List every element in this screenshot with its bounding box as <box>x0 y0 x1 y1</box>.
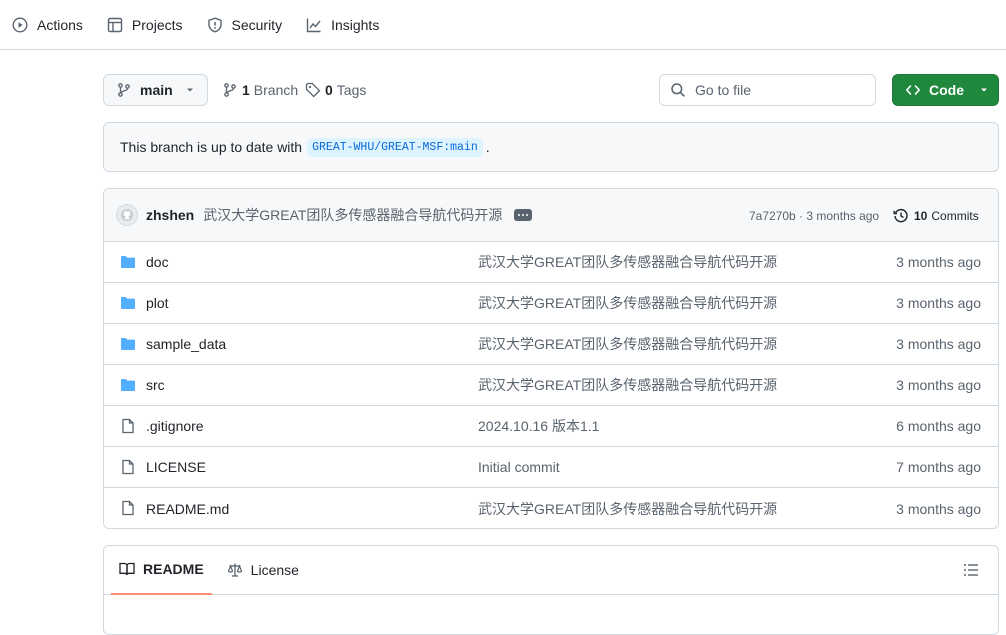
tab-label: Insights <box>331 16 380 33</box>
github-mark-icon <box>120 208 134 222</box>
commit-message-link[interactable]: 武汉大学GREAT团队多传感器融合导航代码开源 <box>203 205 502 225</box>
file-commit-message[interactable]: 武汉大学GREAT团队多传感器融合导航代码开源 <box>478 334 777 354</box>
table-row[interactable]: sample_data 武汉大学GREAT团队多传感器融合导航代码开源 3 mo… <box>104 324 998 365</box>
commit-author-link[interactable]: zhshen <box>146 207 194 223</box>
history-icon <box>893 208 908 222</box>
file-commit-message[interactable]: 武汉大学GREAT团队多传感器融合导航代码开源 <box>478 293 777 313</box>
folder-icon <box>121 379 135 391</box>
commit-count: 10 <box>914 208 928 223</box>
expand-commit-button[interactable] <box>514 209 533 221</box>
tag-count: 0 <box>325 82 333 98</box>
code-button-label: Code <box>929 82 964 98</box>
file-name-link[interactable]: LICENSE <box>146 459 206 475</box>
tab-label: Projects <box>131 16 183 33</box>
file-name-link[interactable]: sample_data <box>146 336 226 352</box>
tab-readme[interactable]: README <box>111 546 212 595</box>
table-row[interactable]: doc 武汉大学GREAT团队多传感器融合导航代码开源 3 months ago <box>104 242 998 283</box>
table-icon <box>107 17 123 32</box>
file-commit-message[interactable]: 武汉大学GREAT团队多传感器融合导航代码开源 <box>478 375 777 395</box>
branch-status-banner: This branch is up to date with GREAT-WHU… <box>103 122 999 172</box>
table-row[interactable]: .gitignore 2024.10.16 版本1.1 6 months ago <box>104 406 998 447</box>
file-icon <box>122 418 134 434</box>
folder-icon <box>121 338 135 350</box>
upstream-ref-link[interactable]: GREAT-WHU/GREAT-MSF:main <box>307 137 483 157</box>
tab-actions[interactable]: Actions <box>12 8 95 42</box>
code-button[interactable]: Code <box>892 74 999 106</box>
readme-panel: README License <box>103 545 999 635</box>
file-commit-date: 3 months ago <box>896 336 981 352</box>
commits-history-link[interactable]: 10 Commits <box>893 189 979 242</box>
table-row[interactable]: src 武汉大学GREAT团队多传感器融合导航代码开源 3 months ago <box>104 365 998 406</box>
file-icon <box>122 459 134 475</box>
tab-insights[interactable]: Insights <box>306 8 391 42</box>
tab-security[interactable]: Security <box>207 8 295 42</box>
tab-label: Actions <box>37 16 83 33</box>
readme-tabs: README License <box>104 546 998 595</box>
repo-nav: Actions Projects Security Insights <box>0 0 1006 50</box>
graph-icon <box>306 18 321 32</box>
commit-hash-time[interactable]: 7a7270b · 3 months ago <box>749 189 879 242</box>
branch-selector-button[interactable]: main <box>103 74 208 106</box>
code-icon <box>906 85 920 95</box>
law-icon <box>227 563 242 577</box>
play-circle-icon <box>12 16 28 33</box>
file-name-link[interactable]: src <box>146 377 165 393</box>
file-name-link[interactable]: plot <box>146 295 169 311</box>
latest-commit-bar: zhshen 武汉大学GREAT团队多传感器融合导航代码开源 7a7270b ·… <box>104 189 998 242</box>
table-row[interactable]: LICENSE Initial commit 7 months ago <box>104 447 998 488</box>
table-row[interactable]: README.md 武汉大学GREAT团队多传感器融合导航代码开源 3 mont… <box>104 488 998 528</box>
file-commit-message[interactable]: 武汉大学GREAT团队多传感器融合导航代码开源 <box>478 252 777 272</box>
tab-label: README <box>143 561 204 577</box>
file-commit-date: 3 months ago <box>896 500 981 517</box>
tag-icon <box>305 82 321 98</box>
file-commit-message[interactable]: 2024.10.16 版本1.1 <box>478 416 599 436</box>
caret-down-icon <box>981 88 987 92</box>
file-name-link[interactable]: README.md <box>146 501 229 517</box>
file-name-link[interactable]: .gitignore <box>146 418 204 434</box>
caret-down-icon <box>186 88 193 92</box>
git-branch-icon <box>224 83 236 97</box>
go-to-file-search[interactable] <box>659 74 876 106</box>
status-text-end: . <box>485 139 490 155</box>
file-commit-date: 6 months ago <box>896 418 981 434</box>
file-name-link[interactable]: doc <box>146 254 169 270</box>
file-commit-date: 3 months ago <box>896 377 981 393</box>
tag-label: Tags <box>336 82 367 98</box>
table-row[interactable]: plot 武汉大学GREAT团队多传感器融合导航代码开源 3 months ag… <box>104 283 998 324</box>
git-branch-icon <box>118 83 130 97</box>
book-icon <box>119 562 135 576</box>
folder-icon <box>121 256 135 268</box>
status-text: This branch is up to date with <box>120 139 303 155</box>
file-commit-date: 7 months ago <box>896 459 981 475</box>
file-commit-date: 3 months ago <box>896 295 981 311</box>
commit-label: Commits <box>931 208 979 223</box>
list-unordered-icon[interactable] <box>963 562 979 578</box>
file-commit-message[interactable]: Initial commit <box>478 459 560 475</box>
branch-name: main <box>140 82 173 98</box>
folder-icon <box>121 297 135 309</box>
file-commit-date: 3 months ago <box>896 254 981 270</box>
avatar[interactable] <box>116 204 138 226</box>
tags-link[interactable]: 0 Tags <box>305 74 366 106</box>
shield-icon <box>207 16 222 33</box>
branch-count: 1 <box>242 82 250 98</box>
branch-label: Branch <box>253 82 299 98</box>
file-commit-message[interactable]: 武汉大学GREAT团队多传感器融合导航代码开源 <box>478 499 777 519</box>
file-icon <box>122 500 134 516</box>
file-browser: zhshen 武汉大学GREAT团队多传感器融合导航代码开源 7a7270b ·… <box>103 188 999 529</box>
search-icon <box>671 83 685 97</box>
go-to-file-input[interactable] <box>695 82 865 98</box>
tab-projects[interactable]: Projects <box>107 8 195 42</box>
tab-license[interactable]: License <box>219 546 307 595</box>
tab-label: License <box>250 562 299 578</box>
branches-link[interactable]: 1 Branch <box>222 74 298 106</box>
tab-label: Security <box>231 16 283 33</box>
